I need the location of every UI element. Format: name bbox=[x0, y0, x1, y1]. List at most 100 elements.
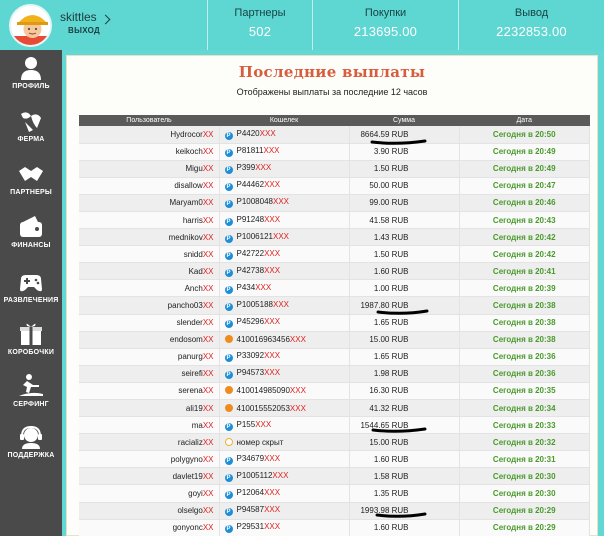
nav-item-profile[interactable]: ПРОФИЛЬ bbox=[0, 55, 62, 105]
cell-user: harrisXX bbox=[79, 211, 220, 230]
cell-user: slenderXX bbox=[79, 314, 220, 332]
cell-sum: 1993.98 RUB bbox=[349, 502, 460, 520]
table-row: MiguXX P P399XXX 1.50 RUB Сегодня в 20:49 bbox=[79, 160, 590, 178]
stat-value: 213695.00 bbox=[353, 24, 418, 39]
cell-user: gonyoncXX bbox=[79, 519, 220, 536]
nav-label: ФИНАНСЫ bbox=[11, 242, 51, 249]
payeer-icon: P bbox=[224, 525, 233, 534]
payeer-icon: P bbox=[224, 354, 233, 363]
gift-box-icon bbox=[20, 323, 42, 345]
logout-link[interactable]: ВЫХОД bbox=[68, 26, 100, 35]
cell-wallet: P P1008048XXX bbox=[219, 194, 350, 212]
stat-withdrawals: Вывод 2232853.00 bbox=[458, 0, 604, 50]
masked-suffix: XXX bbox=[264, 214, 281, 224]
stat-label: Партнеры bbox=[234, 7, 286, 19]
nav-item-farm[interactable]: ФЕРМА bbox=[0, 108, 62, 158]
username-text: Kad bbox=[188, 266, 203, 276]
masked-suffix: XXX bbox=[264, 317, 281, 327]
cell-wallet: 410016963456XXX bbox=[219, 331, 350, 349]
username-text: pancho03 bbox=[167, 300, 203, 310]
cell-user: polygynoXX bbox=[79, 450, 220, 469]
cell-user: ali19XX bbox=[79, 399, 220, 418]
table-row: olselgoXX P P94587XXX 1993.98 RUB Сегодня в … bbox=[79, 502, 590, 520]
cell-user: endosomXX bbox=[79, 331, 220, 349]
wallet-text: P94573 bbox=[236, 368, 265, 378]
nav-item-support[interactable]: ПОДДЕРЖКА bbox=[0, 424, 62, 474]
cell-wallet: P P91248XXX bbox=[219, 211, 350, 230]
wallet-text: P81811 bbox=[236, 146, 264, 156]
username-text: olselgo bbox=[177, 506, 203, 516]
wallet-icon bbox=[20, 216, 42, 237]
column-header-date[interactable]: Дата bbox=[459, 115, 590, 126]
column-header-sum[interactable]: Сумма bbox=[349, 115, 459, 126]
masked-suffix: XX bbox=[202, 318, 214, 328]
cell-date: Сегодня в 20:35 bbox=[459, 382, 590, 401]
cell-sum: 1.58 RUB bbox=[349, 467, 460, 486]
payeer-icon: P bbox=[224, 491, 233, 500]
cell-user: MiguXX bbox=[79, 160, 220, 178]
column-header-wallet[interactable]: Кошелек bbox=[219, 115, 349, 126]
masked-suffix: XX bbox=[202, 523, 214, 533]
avatar-farmer-icon bbox=[11, 15, 50, 45]
avatar[interactable] bbox=[9, 4, 52, 47]
cell-sum: 99.00 RUB bbox=[349, 194, 460, 212]
username-text: Anch bbox=[184, 283, 203, 293]
nav-label: ПОДДЕРЖКА bbox=[7, 452, 55, 459]
nav-item-partners[interactable]: ПАРТНЕРЫ bbox=[0, 161, 62, 211]
masked-suffix: XXX bbox=[272, 470, 289, 480]
masked-suffix: XXX bbox=[264, 248, 281, 258]
top-bar: skittles ВЫХОД Партнеры 502 Покупки 2136… bbox=[0, 0, 604, 50]
nav-item-entertainment[interactable]: РАЗВЛЕЧЕНИЯ bbox=[0, 269, 62, 319]
stat-value: 502 bbox=[248, 24, 272, 39]
cell-date: Сегодня в 20:38 bbox=[459, 296, 590, 315]
cell-user: serenaXX bbox=[79, 382, 220, 401]
username-text: Migu bbox=[185, 164, 203, 174]
payeer-icon: P bbox=[224, 149, 233, 158]
nav-item-boxes[interactable]: КОРОБОЧКИ bbox=[0, 321, 62, 371]
stats-bar: Партнеры 502 Покупки 213695.00 Вывод 223… bbox=[207, 0, 604, 50]
cell-wallet: P P45296XXX bbox=[219, 314, 350, 332]
wallet-text: P44462 bbox=[236, 180, 265, 190]
nav-item-finance[interactable]: ФИНАНСЫ bbox=[0, 214, 62, 264]
cell-sum: 1987.80 RUB bbox=[349, 296, 460, 315]
wallet-text: P34679 bbox=[236, 453, 265, 463]
yandex-money-icon bbox=[224, 403, 233, 412]
username-text: endosom bbox=[169, 335, 203, 345]
cell-user: mednikovXX bbox=[79, 228, 220, 247]
table-row: mednikovXX P P1006121XXX 1.43 RUB Сегодня в … bbox=[79, 228, 590, 247]
nav-label: ПАРТНЕРЫ bbox=[10, 189, 52, 196]
table-body: HydrocorXX P P4420XXX 8664.59 RUB Сегодня в … bbox=[79, 126, 590, 536]
masked-suffix: XXX bbox=[272, 197, 289, 207]
cell-date: Сегодня в 20:46 bbox=[459, 194, 590, 212]
cell-wallet: P P434XXX bbox=[219, 279, 350, 298]
cell-sum: 1.35 RUB bbox=[349, 484, 460, 503]
wallet-text: P12064 bbox=[236, 488, 265, 498]
stat-label: Покупки bbox=[364, 7, 407, 19]
masked-suffix: XXX bbox=[289, 335, 306, 345]
username-text: racializ bbox=[177, 437, 203, 447]
table-row: KadXX P P42738XXX 1.60 RUB Сегодня в 20:41 bbox=[79, 262, 590, 281]
masked-suffix: XX bbox=[202, 129, 214, 139]
main-area: Последние выплаты Отображены выплаты за … bbox=[62, 50, 604, 536]
chevron-right-icon[interactable] bbox=[100, 14, 111, 25]
cell-sum: 8664.59 RUB bbox=[349, 126, 460, 144]
payeer-icon: P bbox=[224, 302, 233, 311]
nav-label: СЕРФИНГ bbox=[13, 401, 49, 408]
username-text: slender bbox=[176, 318, 203, 328]
masked-suffix: XXX bbox=[289, 403, 306, 413]
username-text: gonyonc bbox=[172, 523, 203, 533]
username-text: Maryam0 bbox=[169, 198, 203, 208]
surfing-icon bbox=[19, 374, 43, 396]
cell-date: Сегодня в 20:34 bbox=[459, 399, 590, 418]
masked-suffix: XX bbox=[202, 420, 214, 430]
nav-item-surfing[interactable]: СЕРФИНГ bbox=[0, 373, 62, 423]
nav-label: ФЕРМА bbox=[17, 136, 45, 143]
username: skittles bbox=[60, 10, 97, 24]
cell-user: maXX bbox=[79, 416, 220, 435]
wallet-text: P45296 bbox=[236, 317, 265, 327]
masked-suffix: XX bbox=[202, 454, 214, 464]
masked-suffix: XXX bbox=[289, 386, 306, 396]
username-text: Hydrocor bbox=[170, 129, 203, 139]
cell-wallet: номер скрыт bbox=[219, 433, 350, 452]
column-header-user[interactable]: Пользователь bbox=[79, 115, 219, 126]
